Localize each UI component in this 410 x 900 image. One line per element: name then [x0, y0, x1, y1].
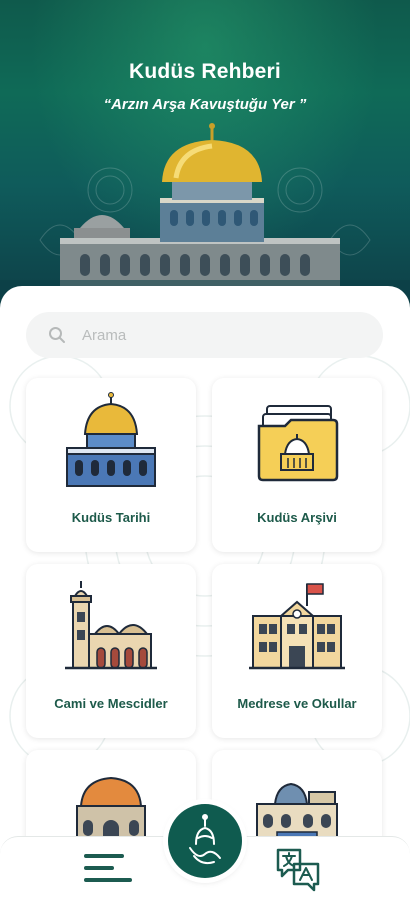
- category-label: Medrese ve Okullar: [237, 696, 357, 711]
- category-label: Cami ve Mescidler: [54, 696, 168, 711]
- archive-folder-icon: [257, 405, 339, 482]
- mosque-icon: [65, 581, 157, 670]
- category-card-kudus-tarihi[interactable]: Kudüs Tarihi: [26, 378, 196, 552]
- category-card-cami-ve-mescidler[interactable]: Cami ve Mescidler: [26, 564, 196, 738]
- calligraphy-logo-icon: [189, 814, 221, 865]
- category-card-medrese-ve-okullar[interactable]: Medrese ve Okullar: [212, 564, 382, 738]
- hamburger-menu-icon: [84, 878, 132, 882]
- category-label: Kudüs Tarihi: [71, 510, 151, 525]
- hero-header: Kudüs Rehberi “Arzın Arşa Kavuştuğu Yer …: [0, 0, 410, 310]
- translate-button[interactable]: [274, 846, 324, 892]
- category-label: Kudüs Arşivi: [257, 510, 337, 525]
- search-input[interactable]: [82, 312, 372, 358]
- menu-button[interactable]: [84, 848, 134, 888]
- hamburger-menu-icon: [84, 866, 114, 870]
- translate-icon: [276, 848, 320, 892]
- page-title: Kudüs Rehberi: [129, 60, 281, 83]
- category-card-kudus-arsivi[interactable]: Kudüs Arşivi: [212, 378, 382, 552]
- dome-of-the-rock-illustration: [0, 123, 410, 310]
- search-bar[interactable]: [26, 312, 383, 358]
- search-icon: [49, 327, 65, 343]
- page-subtitle: “Arzın Arşa Kavuştuğu Yer ”: [103, 96, 307, 113]
- home-logo-button[interactable]: [168, 804, 242, 878]
- school-building-icon: [249, 583, 345, 670]
- dome-of-rock-icon: [66, 392, 156, 487]
- hamburger-menu-icon: [84, 854, 124, 858]
